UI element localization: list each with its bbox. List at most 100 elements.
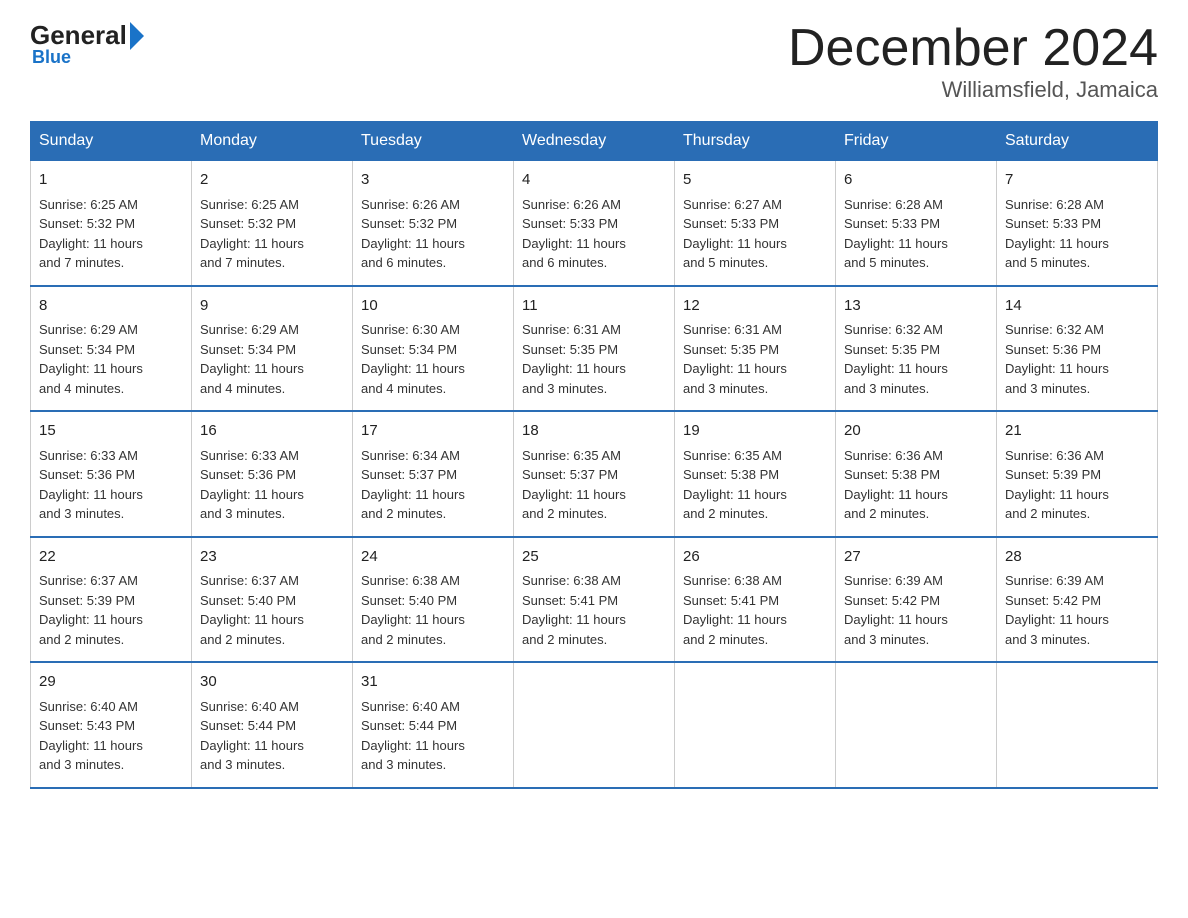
calendar-cell: 5 Sunrise: 6:27 AMSunset: 5:33 PMDayligh…	[675, 161, 836, 286]
day-number: 3	[361, 169, 505, 192]
logo-blue: Blue	[32, 47, 71, 68]
calendar-cell: 18 Sunrise: 6:35 AMSunset: 5:37 PMDaylig…	[514, 411, 675, 537]
day-info: Sunrise: 6:40 AMSunset: 5:44 PMDaylight:…	[361, 699, 465, 773]
calendar-cell: 14 Sunrise: 6:32 AMSunset: 5:36 PMDaylig…	[997, 286, 1158, 412]
day-info: Sunrise: 6:39 AMSunset: 5:42 PMDaylight:…	[1005, 573, 1109, 647]
day-number: 12	[683, 295, 827, 318]
calendar-week-4: 22 Sunrise: 6:37 AMSunset: 5:39 PMDaylig…	[31, 537, 1158, 663]
col-sunday: Sunday	[31, 122, 192, 161]
day-number: 31	[361, 671, 505, 694]
calendar-cell: 16 Sunrise: 6:33 AMSunset: 5:36 PMDaylig…	[192, 411, 353, 537]
calendar-cell: 28 Sunrise: 6:39 AMSunset: 5:42 PMDaylig…	[997, 537, 1158, 663]
calendar-cell: 6 Sunrise: 6:28 AMSunset: 5:33 PMDayligh…	[836, 161, 997, 286]
calendar-cell: 17 Sunrise: 6:34 AMSunset: 5:37 PMDaylig…	[353, 411, 514, 537]
day-info: Sunrise: 6:31 AMSunset: 5:35 PMDaylight:…	[522, 322, 626, 396]
day-info: Sunrise: 6:38 AMSunset: 5:41 PMDaylight:…	[683, 573, 787, 647]
col-saturday: Saturday	[997, 122, 1158, 161]
day-info: Sunrise: 6:29 AMSunset: 5:34 PMDaylight:…	[200, 322, 304, 396]
day-info: Sunrise: 6:37 AMSunset: 5:40 PMDaylight:…	[200, 573, 304, 647]
calendar-cell: 11 Sunrise: 6:31 AMSunset: 5:35 PMDaylig…	[514, 286, 675, 412]
page-header: General Blue December 2024 Williamsfield…	[30, 20, 1158, 103]
calendar-subtitle: Williamsfield, Jamaica	[788, 77, 1158, 103]
day-number: 22	[39, 546, 183, 569]
day-number: 8	[39, 295, 183, 318]
day-info: Sunrise: 6:33 AMSunset: 5:36 PMDaylight:…	[200, 448, 304, 522]
day-info: Sunrise: 6:28 AMSunset: 5:33 PMDaylight:…	[1005, 197, 1109, 271]
day-number: 18	[522, 420, 666, 443]
day-number: 15	[39, 420, 183, 443]
day-info: Sunrise: 6:31 AMSunset: 5:35 PMDaylight:…	[683, 322, 787, 396]
col-friday: Friday	[836, 122, 997, 161]
col-thursday: Thursday	[675, 122, 836, 161]
day-number: 25	[522, 546, 666, 569]
calendar-header: Sunday Monday Tuesday Wednesday Thursday…	[31, 122, 1158, 161]
day-info: Sunrise: 6:36 AMSunset: 5:39 PMDaylight:…	[1005, 448, 1109, 522]
day-number: 29	[39, 671, 183, 694]
day-number: 5	[683, 169, 827, 192]
header-row: Sunday Monday Tuesday Wednesday Thursday…	[31, 122, 1158, 161]
calendar-cell	[997, 662, 1158, 788]
calendar-table: Sunday Monday Tuesday Wednesday Thursday…	[30, 121, 1158, 789]
calendar-cell: 25 Sunrise: 6:38 AMSunset: 5:41 PMDaylig…	[514, 537, 675, 663]
day-info: Sunrise: 6:35 AMSunset: 5:37 PMDaylight:…	[522, 448, 626, 522]
day-info: Sunrise: 6:38 AMSunset: 5:40 PMDaylight:…	[361, 573, 465, 647]
day-number: 7	[1005, 169, 1149, 192]
logo: General Blue	[30, 20, 146, 68]
day-info: Sunrise: 6:40 AMSunset: 5:44 PMDaylight:…	[200, 699, 304, 773]
calendar-cell: 8 Sunrise: 6:29 AMSunset: 5:34 PMDayligh…	[31, 286, 192, 412]
calendar-week-3: 15 Sunrise: 6:33 AMSunset: 5:36 PMDaylig…	[31, 411, 1158, 537]
day-number: 2	[200, 169, 344, 192]
day-info: Sunrise: 6:36 AMSunset: 5:38 PMDaylight:…	[844, 448, 948, 522]
calendar-cell: 29 Sunrise: 6:40 AMSunset: 5:43 PMDaylig…	[31, 662, 192, 788]
calendar-cell: 20 Sunrise: 6:36 AMSunset: 5:38 PMDaylig…	[836, 411, 997, 537]
calendar-cell: 7 Sunrise: 6:28 AMSunset: 5:33 PMDayligh…	[997, 161, 1158, 286]
day-info: Sunrise: 6:29 AMSunset: 5:34 PMDaylight:…	[39, 322, 143, 396]
calendar-body: 1 Sunrise: 6:25 AMSunset: 5:32 PMDayligh…	[31, 161, 1158, 788]
day-info: Sunrise: 6:32 AMSunset: 5:35 PMDaylight:…	[844, 322, 948, 396]
day-number: 4	[522, 169, 666, 192]
day-info: Sunrise: 6:33 AMSunset: 5:36 PMDaylight:…	[39, 448, 143, 522]
calendar-cell: 27 Sunrise: 6:39 AMSunset: 5:42 PMDaylig…	[836, 537, 997, 663]
day-number: 24	[361, 546, 505, 569]
day-number: 23	[200, 546, 344, 569]
calendar-cell: 30 Sunrise: 6:40 AMSunset: 5:44 PMDaylig…	[192, 662, 353, 788]
calendar-cell	[514, 662, 675, 788]
day-info: Sunrise: 6:40 AMSunset: 5:43 PMDaylight:…	[39, 699, 143, 773]
day-number: 17	[361, 420, 505, 443]
day-number: 26	[683, 546, 827, 569]
day-number: 28	[1005, 546, 1149, 569]
day-info: Sunrise: 6:35 AMSunset: 5:38 PMDaylight:…	[683, 448, 787, 522]
day-number: 9	[200, 295, 344, 318]
day-info: Sunrise: 6:26 AMSunset: 5:33 PMDaylight:…	[522, 197, 626, 271]
calendar-cell: 23 Sunrise: 6:37 AMSunset: 5:40 PMDaylig…	[192, 537, 353, 663]
calendar-cell: 2 Sunrise: 6:25 AMSunset: 5:32 PMDayligh…	[192, 161, 353, 286]
day-info: Sunrise: 6:34 AMSunset: 5:37 PMDaylight:…	[361, 448, 465, 522]
calendar-week-1: 1 Sunrise: 6:25 AMSunset: 5:32 PMDayligh…	[31, 161, 1158, 286]
day-info: Sunrise: 6:28 AMSunset: 5:33 PMDaylight:…	[844, 197, 948, 271]
day-number: 13	[844, 295, 988, 318]
day-info: Sunrise: 6:25 AMSunset: 5:32 PMDaylight:…	[39, 197, 143, 271]
calendar-cell: 21 Sunrise: 6:36 AMSunset: 5:39 PMDaylig…	[997, 411, 1158, 537]
calendar-cell: 4 Sunrise: 6:26 AMSunset: 5:33 PMDayligh…	[514, 161, 675, 286]
day-info: Sunrise: 6:38 AMSunset: 5:41 PMDaylight:…	[522, 573, 626, 647]
day-number: 10	[361, 295, 505, 318]
calendar-cell: 31 Sunrise: 6:40 AMSunset: 5:44 PMDaylig…	[353, 662, 514, 788]
col-monday: Monday	[192, 122, 353, 161]
day-info: Sunrise: 6:32 AMSunset: 5:36 PMDaylight:…	[1005, 322, 1109, 396]
title-block: December 2024 Williamsfield, Jamaica	[788, 20, 1158, 103]
calendar-week-5: 29 Sunrise: 6:40 AMSunset: 5:43 PMDaylig…	[31, 662, 1158, 788]
calendar-cell: 9 Sunrise: 6:29 AMSunset: 5:34 PMDayligh…	[192, 286, 353, 412]
calendar-cell: 1 Sunrise: 6:25 AMSunset: 5:32 PMDayligh…	[31, 161, 192, 286]
day-number: 19	[683, 420, 827, 443]
day-info: Sunrise: 6:30 AMSunset: 5:34 PMDaylight:…	[361, 322, 465, 396]
calendar-cell: 26 Sunrise: 6:38 AMSunset: 5:41 PMDaylig…	[675, 537, 836, 663]
calendar-cell: 19 Sunrise: 6:35 AMSunset: 5:38 PMDaylig…	[675, 411, 836, 537]
logo-arrow-icon	[130, 22, 144, 50]
day-info: Sunrise: 6:37 AMSunset: 5:39 PMDaylight:…	[39, 573, 143, 647]
calendar-cell: 12 Sunrise: 6:31 AMSunset: 5:35 PMDaylig…	[675, 286, 836, 412]
day-info: Sunrise: 6:26 AMSunset: 5:32 PMDaylight:…	[361, 197, 465, 271]
day-info: Sunrise: 6:39 AMSunset: 5:42 PMDaylight:…	[844, 573, 948, 647]
day-number: 14	[1005, 295, 1149, 318]
calendar-cell: 10 Sunrise: 6:30 AMSunset: 5:34 PMDaylig…	[353, 286, 514, 412]
calendar-cell	[836, 662, 997, 788]
